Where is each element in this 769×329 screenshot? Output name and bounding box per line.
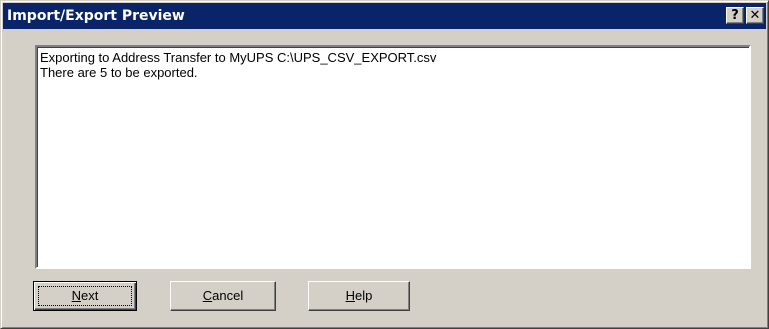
close-icon[interactable]: ✕ [746,7,764,24]
help-button-label: Help [346,288,373,303]
title-bar[interactable]: Import/Export Preview ? ✕ [3,3,766,29]
next-button-label: Next [72,288,99,303]
cancel-button[interactable]: Cancel [170,281,276,311]
preview-line-export-count: There are 5 to be exported. [40,65,198,80]
dialog-title: Import/Export Preview [7,8,185,24]
help-caption-button[interactable]: ? [726,7,744,24]
cancel-label-rest: ancel [212,288,244,303]
next-button[interactable]: Next [33,281,137,311]
cancel-mnemonic: C [202,288,213,303]
import-export-preview-dialog: Import/Export Preview ? ✕ Exporting to A… [0,0,769,329]
cancel-button-label: Cancel [203,288,243,303]
next-label-rest: ext [81,288,99,303]
help-mnemonic: H [345,288,356,303]
next-mnemonic: N [71,288,82,303]
help-button[interactable]: Help [308,281,410,311]
preview-text-area[interactable]: Exporting to Address Transfer to MyUPS C… [35,45,751,269]
help-label-rest: elp [355,288,373,303]
preview-line-export-target: Exporting to Address Transfer to MyUPS C… [40,50,437,65]
